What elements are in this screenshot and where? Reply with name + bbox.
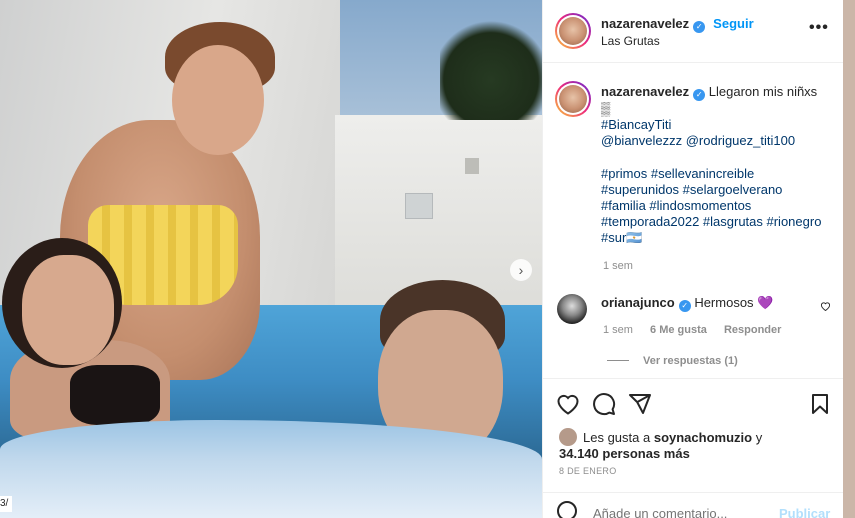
caption-text: Llegaron mis niñxs (708, 84, 818, 99)
view-replies-button[interactable]: Ver respuestas (1) (607, 355, 738, 367)
post-side-panel: nazarenavelez ✓ Seguir Las Grutas ••• naza… (542, 0, 844, 518)
likes-summary: Les gusta a soynachomuzio y 34.140 perso… (559, 428, 839, 462)
photo-woman-head (172, 45, 264, 155)
comment-username[interactable]: orianajunco (601, 295, 675, 310)
comment-input[interactable] (593, 506, 763, 518)
comment-likes[interactable]: 6 Me gusta (650, 324, 707, 336)
verified-icon: ✓ (693, 21, 706, 33)
caption-hashtag[interactable]: #BiancayTiti (601, 117, 837, 133)
header-username[interactable]: nazarenavelez (601, 16, 689, 31)
caption-hashtags[interactable]: #superunidos #selargoelverano (601, 182, 837, 198)
comment-text: Hermosos (694, 295, 754, 310)
post-actions (543, 378, 844, 428)
likes-count[interactable]: 34.140 personas más (559, 446, 690, 461)
verified-icon: ✓ (678, 300, 691, 312)
likes-conj: y (755, 430, 763, 445)
more-options-icon[interactable]: ••• (809, 19, 829, 37)
caption: nazarenavelez ✓ Llegaron mis niñxs ▒ #Bia… (601, 84, 837, 247)
caption-username[interactable]: nazarenavelez (601, 84, 689, 99)
caption-hashtags[interactable]: #temporada2022 #lasgrutas #rionegro (601, 214, 837, 230)
caption-mentions[interactable]: @bianvelezzz @rodriguez_titi100 (601, 133, 837, 149)
comment-avatar[interactable] (557, 294, 587, 324)
share-paper-plane-icon[interactable] (627, 391, 653, 417)
verified-icon: ✓ (693, 89, 706, 101)
location-link[interactable]: Las Grutas (601, 34, 660, 48)
caption-avatar[interactable] (555, 81, 591, 117)
emoji-icon[interactable] (557, 501, 577, 518)
post-header: nazarenavelez ✓ Seguir Las Grutas ••• (543, 0, 844, 63)
image-counter-edge: 3/ (0, 496, 12, 512)
caption-emoji: ▒ (601, 101, 611, 116)
photo-meter-box (405, 193, 433, 219)
liker-username[interactable]: soynachomuzio (654, 430, 752, 445)
flag-icon: 🇦🇷 (626, 230, 643, 246)
comment-like-heart-icon[interactable] (820, 301, 831, 314)
photo-girl-face (22, 255, 114, 365)
photo-girl-swimsuit (70, 365, 160, 425)
caption-hashtags[interactable]: #familia #lindosmomentos (601, 198, 837, 214)
caption-timestamp[interactable]: 1 sem (603, 260, 633, 272)
reply-button[interactable]: Responder (724, 324, 781, 336)
publish-button[interactable]: Publicar (779, 506, 830, 518)
header-avatar[interactable] (555, 13, 591, 49)
comment-bubble-icon[interactable] (591, 391, 617, 417)
like-heart-icon[interactable] (555, 391, 581, 417)
avatar (559, 85, 587, 113)
comment-meta: 1 sem 6 Me gusta Responder (603, 324, 795, 336)
background-strip (843, 0, 855, 518)
follow-button[interactable]: Seguir (713, 16, 753, 31)
add-comment-bar: Publicar (543, 492, 844, 518)
photo-tree (440, 20, 542, 120)
save-bookmark-icon[interactable] (807, 391, 833, 417)
liker-avatar[interactable] (559, 428, 577, 446)
caption-hashtags[interactable]: #sur (601, 230, 626, 245)
next-image-button[interactable]: › (510, 259, 532, 281)
photo-vent (465, 158, 479, 174)
comment: orianajunco ✓ Hermosos 💜 (601, 295, 837, 312)
replies-divider (607, 360, 629, 361)
comment-timestamp[interactable]: 1 sem (603, 324, 633, 336)
caption-hashtags[interactable]: #primos #sellevanincreible (601, 166, 837, 182)
photo-pool-rim (0, 420, 542, 518)
post-date[interactable]: 8 DE ENERO (559, 466, 617, 476)
post-photo[interactable]: › 3/ (0, 0, 542, 518)
likes-prefix: Les gusta a (583, 430, 651, 445)
view-replies-label: Ver respuestas (1) (643, 355, 738, 367)
purple-heart-icon: 💜 (757, 295, 774, 310)
avatar (559, 17, 587, 45)
